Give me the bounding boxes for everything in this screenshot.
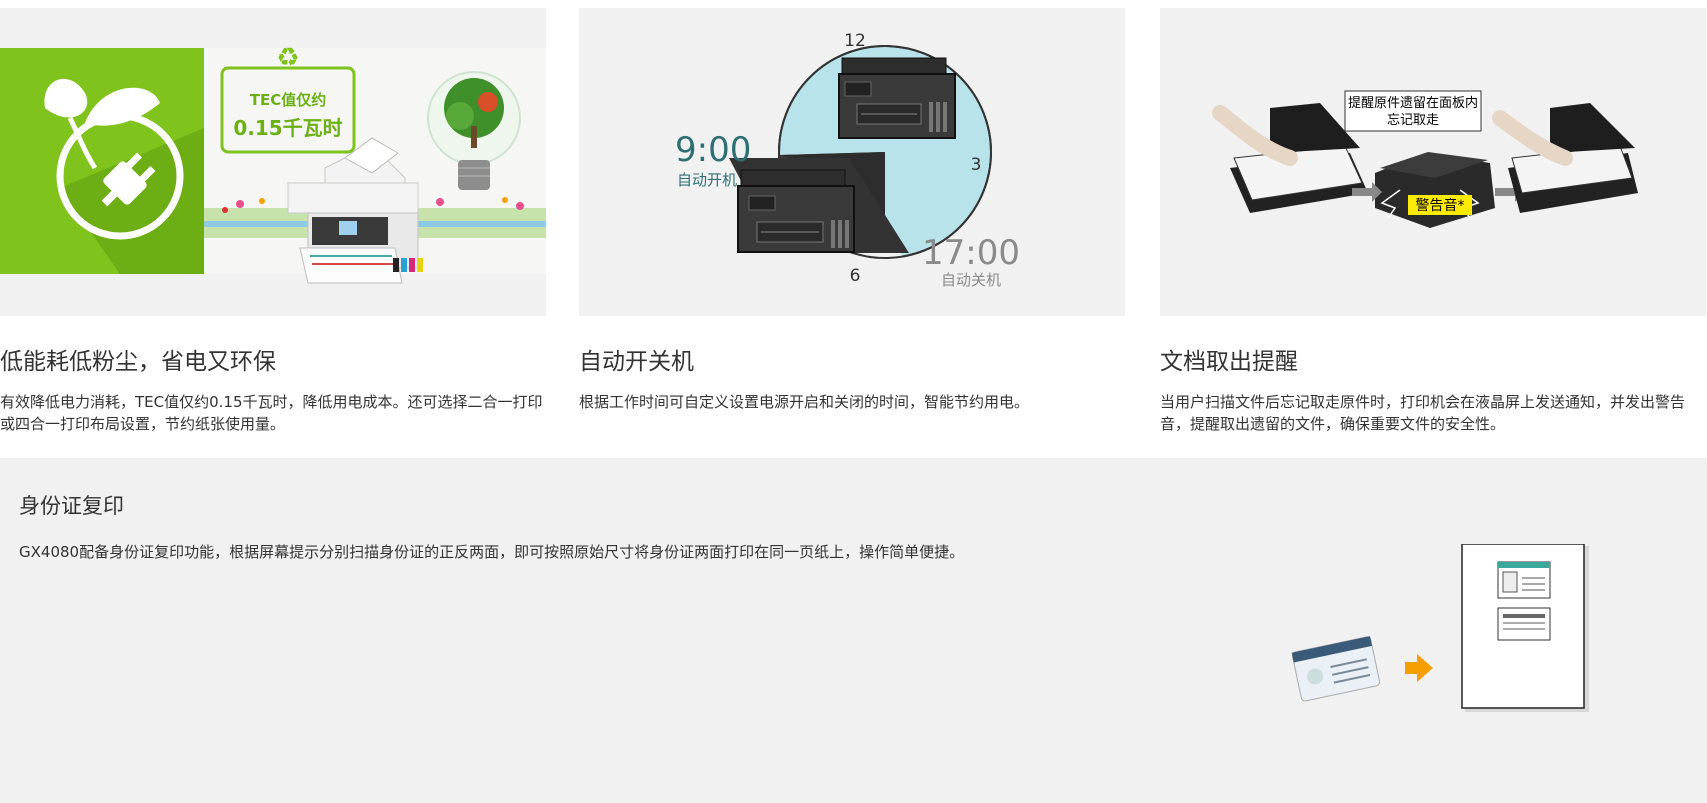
id-copy-description: GX4080配备身份证复印功能，根据屏幕提示分别扫描身份证的正反两面，即可按照原… — [19, 543, 965, 561]
printer-off-icon — [737, 169, 855, 253]
clock-3-label: 3 — [971, 155, 982, 175]
clock-6-label: 6 — [850, 266, 861, 286]
doc-reminder-image: 警告音* 提醒原件遗留在面板内 忘记取走 — [1160, 8, 1706, 316]
feature-card-low-power: ♻ TEC值仅约 0.15千瓦时 低能耗低粉尘，省电又环保 有效降低电力消耗，T… — [0, 8, 546, 433]
auto-on-label: 自动开机 — [677, 171, 737, 189]
printer-on-icon — [838, 57, 956, 139]
clock-12-label: 12 — [844, 31, 866, 51]
callout-line2: 忘记取走 — [1387, 113, 1439, 128]
feature-description: 根据工作时间可自定义设置电源开启和关闭的时间，智能节约用电。 — [579, 393, 1030, 411]
scanner-alarm-icon: 警告音* — [1375, 152, 1495, 228]
feature-card-auto-power: 12 3 6 9:00 自动开机 17:00 自动关机 自动开关机 根据工作时间… — [579, 8, 1125, 411]
feature-title: 低能耗低粉尘，省电又环保 — [0, 349, 276, 375]
auto-off-time: 17:00 — [922, 233, 1020, 273]
auto-power-clock-image: 12 3 6 9:00 自动开机 17:00 自动关机 — [579, 8, 1125, 316]
scanner-right-icon — [1492, 103, 1638, 213]
callout-line1: 提醒原件遗留在面板内 — [1348, 95, 1478, 111]
id-card-icon — [1291, 636, 1381, 702]
eco-plug-icon — [0, 48, 204, 274]
low-power-image: ♻ TEC值仅约 0.15千瓦时 — [0, 8, 546, 316]
id-copy-section: 身份证复印 GX4080配备身份证复印功能，根据屏幕提示分别扫描身份证的正反两面… — [0, 458, 1707, 803]
auto-on-time: 9:00 — [675, 130, 751, 170]
feature-description: 有效降低电力消耗，TEC值仅约0.15千瓦时，降低用电成本。还可选择二合一打印或… — [0, 393, 543, 433]
tec-badge-line1: TEC值仅约 — [250, 91, 327, 109]
auto-off-label: 自动关机 — [941, 271, 1001, 289]
arrow-right-icon — [1405, 654, 1433, 682]
feature-description: 当用户扫描文件后忘记取走原件时，打印机会在液晶屏上发送通知，并发出警告音，提醒取… — [1160, 393, 1686, 433]
svg-text:♻: ♻ — [276, 43, 299, 73]
alarm-label: 警告音* — [1416, 197, 1465, 214]
id-copy-paper-icon — [1461, 544, 1589, 712]
feature-card-doc-reminder: 警告音* 提醒原件遗留在面板内 忘记取走 文档取出提醒 当用户扫描文件后忘记取走… — [1160, 8, 1706, 433]
feature-title: 文档取出提醒 — [1160, 349, 1298, 375]
id-copy-title: 身份证复印 — [19, 494, 124, 518]
feature-title: 自动开关机 — [579, 349, 694, 375]
tec-badge-line2: 0.15千瓦时 — [233, 116, 342, 140]
